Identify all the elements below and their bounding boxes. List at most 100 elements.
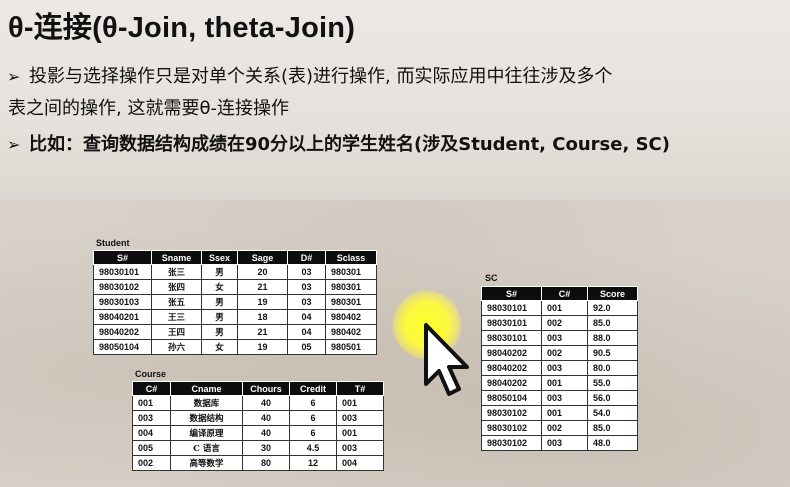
course-table-row: 003 数据结构 40 6 003 bbox=[132, 410, 384, 426]
course-cell: 4.5 bbox=[289, 440, 337, 456]
sc-cell: 54.0 bbox=[587, 405, 638, 421]
student-cell: 张五 bbox=[151, 294, 202, 310]
sc-cell: 55.0 bbox=[587, 375, 638, 391]
student-cell: 98030102 bbox=[93, 279, 152, 295]
student-header-cell: Sclass bbox=[325, 250, 377, 265]
sc-cell: 85.0 bbox=[587, 420, 638, 436]
course-header-cell: C# bbox=[132, 381, 171, 396]
student-cell: 980301 bbox=[325, 264, 377, 280]
sc-cell: 002 bbox=[541, 345, 588, 361]
student-cell: 王四 bbox=[151, 324, 202, 340]
course-cell: 6 bbox=[289, 425, 337, 441]
student-cell: 04 bbox=[287, 309, 326, 325]
sc-table-row: 98030102 002 85.0 bbox=[481, 420, 638, 436]
student-cell: 女 bbox=[201, 339, 238, 355]
student-cell: 980301 bbox=[325, 294, 377, 310]
sc-header-cell: C# bbox=[541, 286, 588, 301]
sc-cell: 003 bbox=[541, 330, 588, 346]
course-table-row: 001 数据库 40 6 001 bbox=[132, 395, 384, 411]
sc-cell: 98030102 bbox=[481, 405, 542, 421]
student-cell: 05 bbox=[287, 339, 326, 355]
student-header-cell: Sname bbox=[151, 250, 202, 265]
course-cell: 004 bbox=[132, 425, 171, 441]
student-cell: 男 bbox=[201, 264, 238, 280]
sc-table-row: 98030101 001 92.0 bbox=[481, 300, 638, 316]
student-cell: 98030101 bbox=[93, 264, 152, 280]
sc-cell: 001 bbox=[541, 300, 588, 316]
sc-cell: 003 bbox=[541, 360, 588, 376]
course-header-row: C# Cname Chours Credit T# bbox=[132, 381, 384, 396]
sc-table-row: 98050104 003 56.0 bbox=[481, 390, 638, 406]
student-table: S# Sname Ssex Sage D# Sclass 98030101 张三男 20 03 9… bbox=[93, 250, 377, 355]
course-cell: 001 bbox=[336, 395, 384, 411]
course-cell: 40 bbox=[242, 395, 290, 411]
student-table-row: 98030103 张五男 19 03 980301 bbox=[93, 294, 377, 310]
student-caption: Student bbox=[96, 238, 130, 248]
sc-cell: 90.5 bbox=[587, 345, 638, 361]
course-cell: 数据结构 bbox=[170, 410, 243, 426]
student-cell: 男 bbox=[201, 324, 238, 340]
sc-table-row: 98040202 003 80.0 bbox=[481, 360, 638, 376]
student-cell: 21 bbox=[237, 324, 288, 340]
student-cell: 03 bbox=[287, 294, 326, 310]
sc-cell: 98030101 bbox=[481, 315, 542, 331]
student-cell: 男 bbox=[201, 309, 238, 325]
bullet-arrow-icon: ➢ bbox=[7, 67, 21, 86]
student-cell: 03 bbox=[287, 279, 326, 295]
course-cell: 003 bbox=[336, 440, 384, 456]
sc-cell: 003 bbox=[541, 390, 588, 406]
course-cell: 001 bbox=[132, 395, 171, 411]
slide-title: θ-连接(θ-Join, theta-Join) bbox=[8, 12, 356, 44]
student-cell: 张三 bbox=[151, 264, 202, 280]
student-cell: 980402 bbox=[325, 324, 377, 340]
student-cell: 98030103 bbox=[93, 294, 152, 310]
sc-header-row: S# C# Score bbox=[481, 286, 638, 301]
sc-header-cell: Score bbox=[587, 286, 638, 301]
course-cell: 6 bbox=[289, 410, 337, 426]
course-header-cell: T# bbox=[336, 381, 384, 396]
course-table-row: 004 编译原理 40 6 001 bbox=[132, 425, 384, 441]
student-cell: 张四 bbox=[151, 279, 202, 295]
student-cell: 女 bbox=[201, 279, 238, 295]
sc-cell: 92.0 bbox=[587, 300, 638, 316]
sc-cell: 98040202 bbox=[481, 375, 542, 391]
sc-cell: 88.0 bbox=[587, 330, 638, 346]
student-table-row: 98030101 张三男 20 03 980301 bbox=[93, 264, 377, 280]
student-cell: 21 bbox=[237, 279, 288, 295]
student-cell: 20 bbox=[237, 264, 288, 280]
bullet-2: ➢ 比如：查询数据结构成绩在90分以上的学生姓名(涉及Student, Cours… bbox=[7, 130, 670, 160]
student-header-cell: D# bbox=[287, 250, 326, 265]
course-cell: 数据库 bbox=[170, 395, 243, 411]
sc-cell: 85.0 bbox=[587, 315, 638, 331]
sc-cell: 001 bbox=[541, 375, 588, 391]
course-cell: 12 bbox=[289, 455, 337, 471]
course-table: C# Cname Chours Credit T# 001 数据库 40 6 001 003 数据结… bbox=[132, 381, 384, 471]
course-cell: 40 bbox=[242, 410, 290, 426]
sc-cell: 98030101 bbox=[481, 330, 542, 346]
course-cell: 002 bbox=[132, 455, 171, 471]
course-table-row: 002 高等数学 80 12 004 bbox=[132, 455, 384, 471]
sc-cell: 98040202 bbox=[481, 345, 542, 361]
bullet-2-text: 比如：查询数据结构成绩在90分以上的学生姓名(涉及Student, Course… bbox=[29, 134, 670, 155]
course-cell: 6 bbox=[289, 395, 337, 411]
student-cell: 03 bbox=[287, 264, 326, 280]
sc-cell: 98030101 bbox=[481, 300, 542, 316]
course-cell: 003 bbox=[336, 410, 384, 426]
sc-table-row: 98030102 003 48.0 bbox=[481, 435, 638, 451]
course-header-cell: Credit bbox=[289, 381, 337, 396]
course-cell: 80 bbox=[242, 455, 290, 471]
course-cell: 003 bbox=[132, 410, 171, 426]
sc-table-row: 98040202 001 55.0 bbox=[481, 375, 638, 391]
course-cell: 004 bbox=[336, 455, 384, 471]
bullet-1-line-1: ➢ 投影与选择操作只是对单个关系(表)进行操作, 而实际应用中往往涉及多个 bbox=[7, 62, 613, 92]
bullet-1-line-2: 表之间的操作, 这就需要θ-连接操作 bbox=[8, 98, 289, 119]
course-cell: C 语言 bbox=[170, 440, 243, 456]
sc-cell: 98050104 bbox=[481, 390, 542, 406]
course-cell: 001 bbox=[336, 425, 384, 441]
student-cell: 980402 bbox=[325, 309, 377, 325]
sc-cell: 003 bbox=[541, 435, 588, 451]
sc-caption: SC bbox=[485, 273, 498, 283]
sc-table-row: 98030102 001 54.0 bbox=[481, 405, 638, 421]
student-cell: 18 bbox=[237, 309, 288, 325]
course-table-row: 005 C 语言 30 4.5 003 bbox=[132, 440, 384, 456]
